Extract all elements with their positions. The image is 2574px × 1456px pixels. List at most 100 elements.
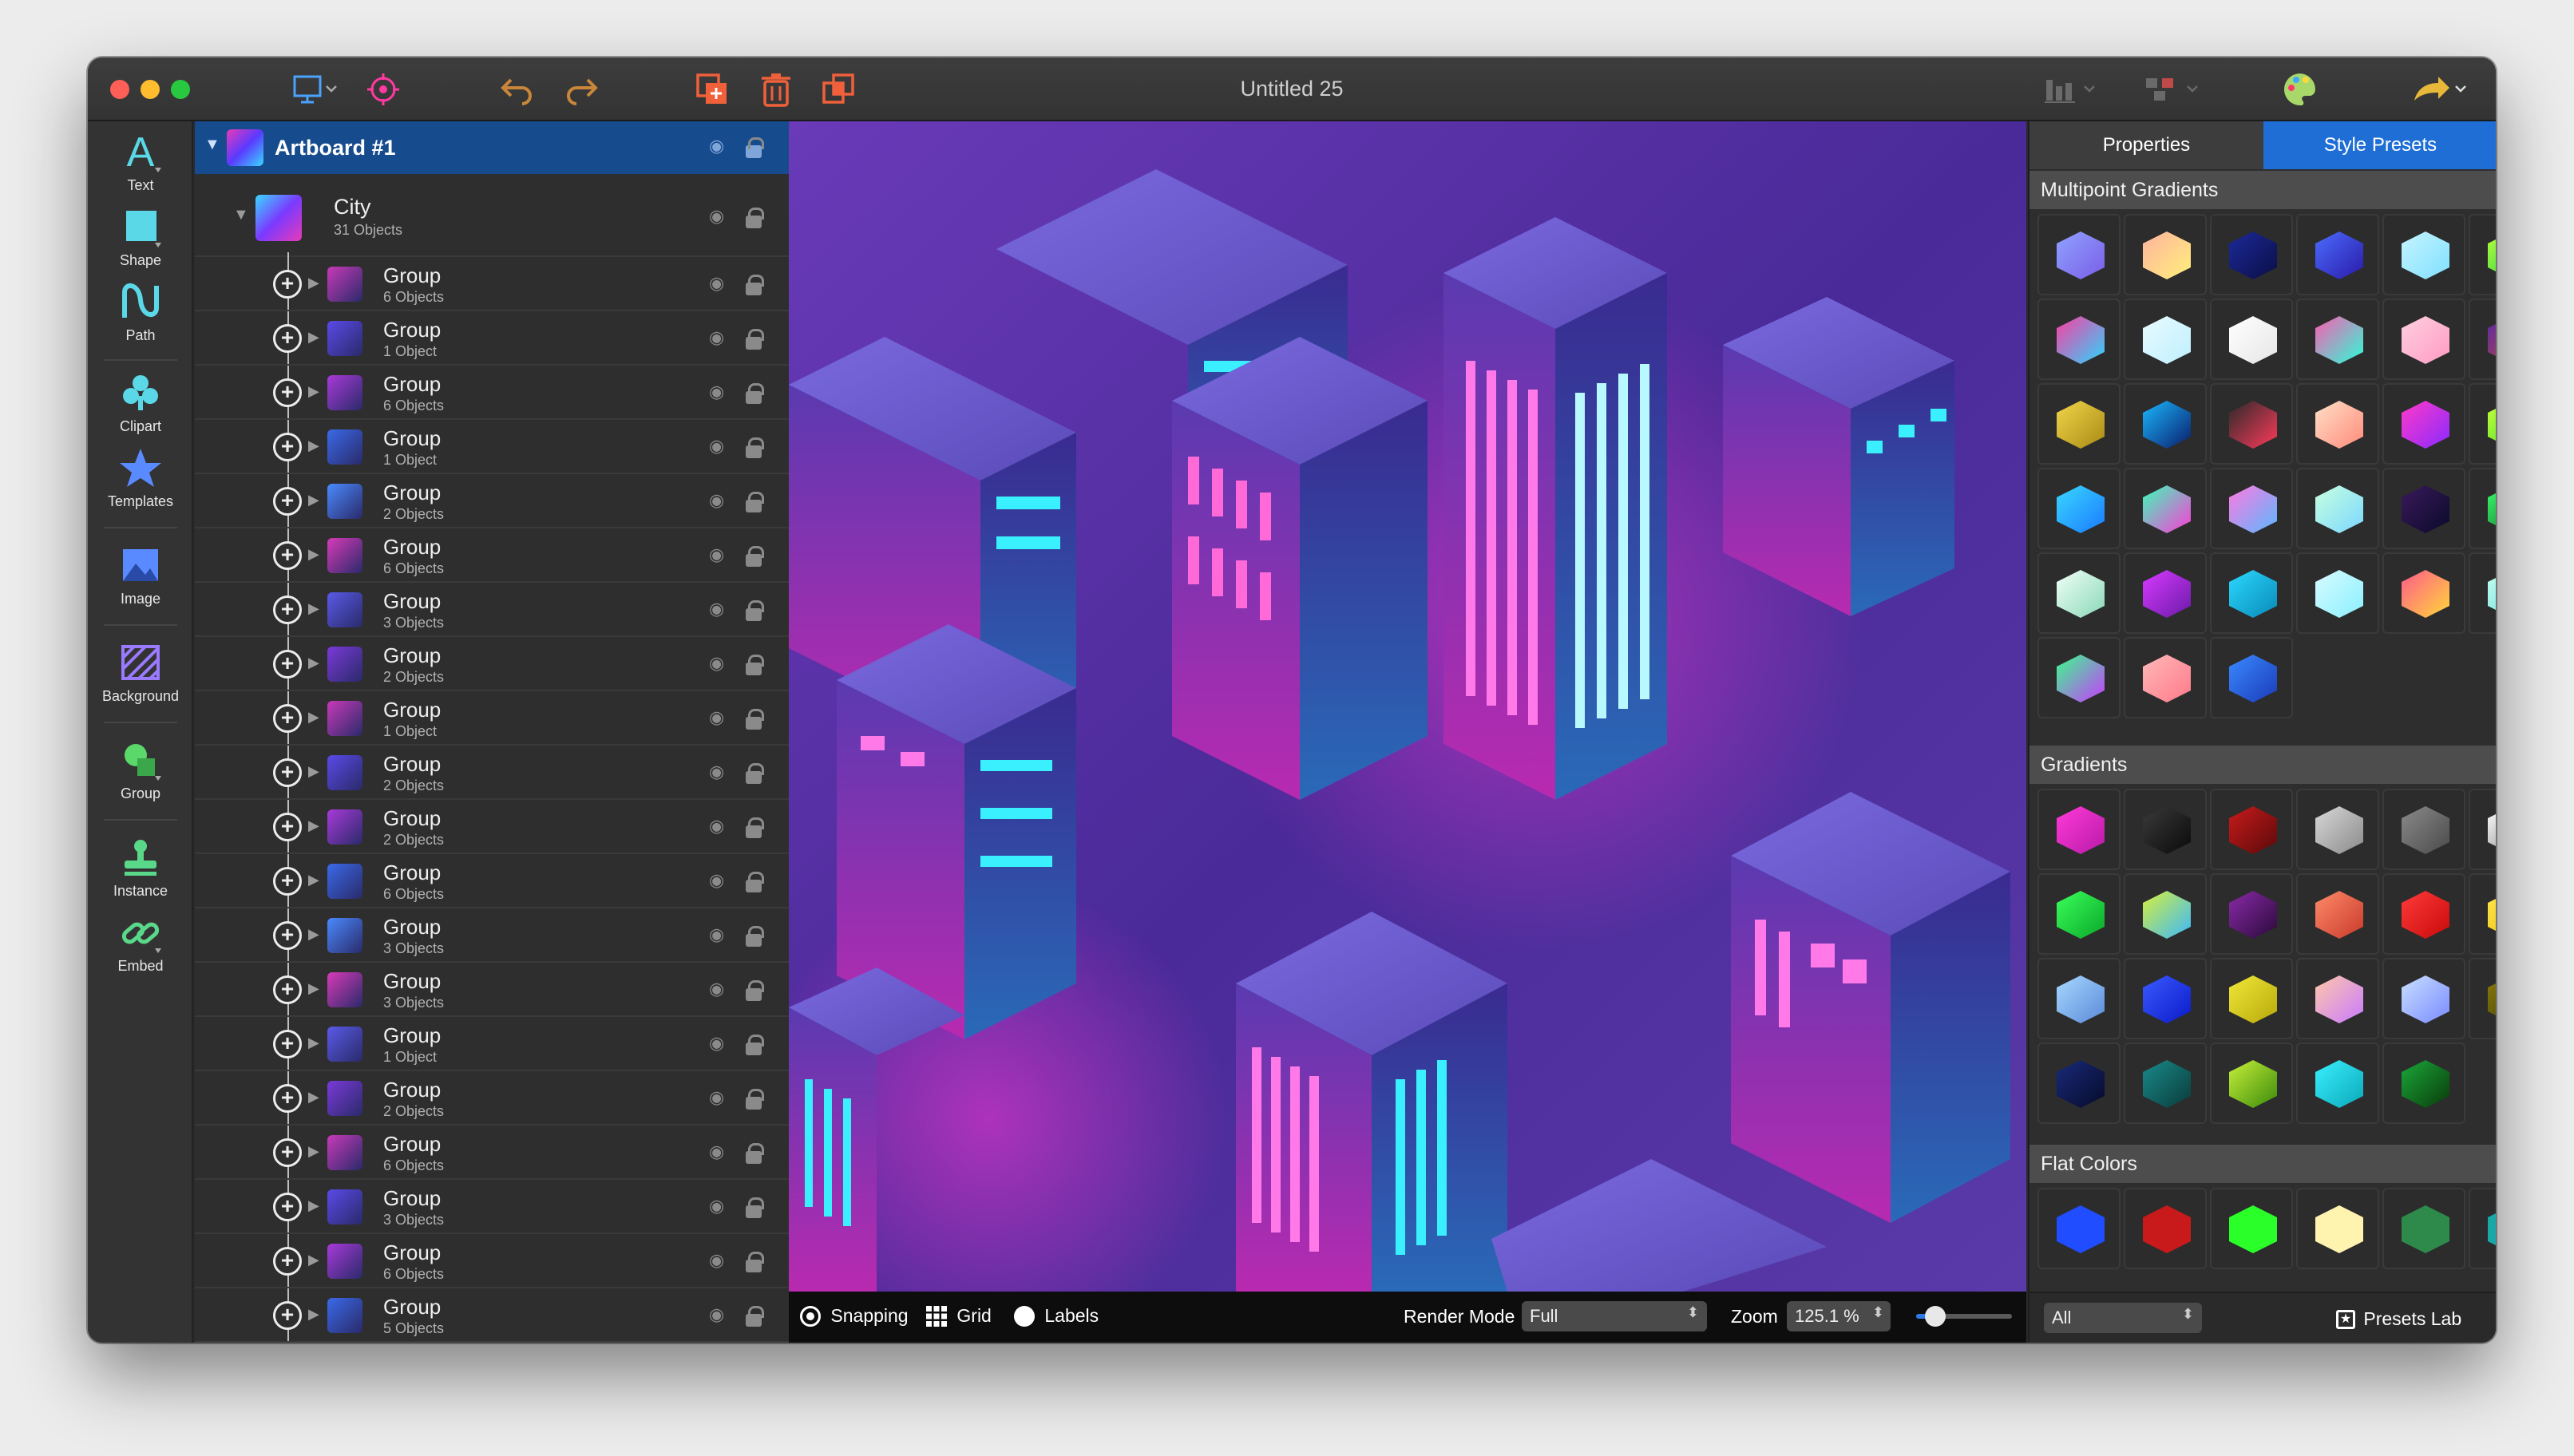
zoom-select[interactable]: 125.1 % ⬍ [1787,1301,1891,1331]
lock-icon[interactable] [746,1143,764,1164]
layer-city-row[interactable]: ▼ City 31 Objects ◉ [195,176,789,257]
gradient-swatch[interactable] [2210,789,2293,870]
layer-group-row[interactable]: + ▶ Group 1 Object ◉ [195,691,789,746]
distribute-menu-button[interactable] [2141,69,2205,110]
share-menu-button[interactable] [2410,69,2473,110]
gradient-swatch[interactable] [2382,789,2465,870]
disclosure-triangle-icon[interactable]: ▼ [233,206,249,224]
disclosure-triangle-icon[interactable]: ▶ [308,926,319,943]
gradient-swatch[interactable] [2124,299,2207,380]
add-to-group-icon[interactable]: + [273,813,302,841]
add-to-group-icon[interactable]: + [273,1193,302,1221]
gradient-swatch[interactable] [2382,552,2465,634]
tab-properties[interactable]: Properties [2030,121,2263,169]
layer-group-row[interactable]: + ▶ Group 3 Objects ◉ [195,908,789,963]
eye-icon[interactable]: ◉ [709,599,724,619]
layer-group-row[interactable]: + ▶ Group 1 Object ◉ [195,1017,789,1071]
add-to-group-icon[interactable]: + [273,1301,302,1330]
add-to-group-icon[interactable]: + [273,378,302,407]
gradient-swatch[interactable] [2469,789,2496,870]
grid-toggle[interactable]: Grid [926,1304,992,1327]
layer-artboard-row[interactable]: ▼ Artboard #1 ◉ [195,121,789,174]
lock-icon[interactable] [746,709,764,730]
gradient-swatch[interactable] [2296,214,2379,295]
gradient-swatch[interactable] [2469,958,2496,1039]
gradient-swatch[interactable] [2124,637,2207,718]
layer-group-row[interactable]: + ▶ Group 3 Objects ◉ [195,583,789,637]
layer-group-row[interactable]: + ▶ Group 1 Object ◉ [195,311,789,366]
text-tool-button[interactable]: A Text [88,131,193,194]
layer-group-row[interactable]: + ▶ Group 6 Objects ◉ [195,1126,789,1180]
eye-icon[interactable]: ◉ [709,436,724,457]
disclosure-triangle-icon[interactable]: ▶ [308,709,319,726]
artboard-canvas[interactable] [789,121,2026,1292]
zoom-slider[interactable] [1916,1306,2012,1327]
gradient-swatch[interactable] [2469,552,2496,634]
labels-toggle[interactable]: Labels [1014,1304,1099,1327]
render-mode-select[interactable]: Full ⬍ [1522,1301,1707,1331]
layer-group-row[interactable]: + ▶ Group 2 Objects ◉ [195,637,789,691]
add-to-group-icon[interactable]: + [273,975,302,1004]
gradient-swatch[interactable] [2210,637,2293,718]
gradient-swatch[interactable] [2469,383,2496,465]
add-to-group-icon[interactable]: + [273,1247,302,1276]
layer-group-row[interactable]: + ▶ Group 6 Objects ◉ [195,1234,789,1288]
gradient-swatch[interactable] [2382,468,2465,549]
layer-group-row[interactable]: + ▶ Group 6 Objects ◉ [195,854,789,908]
gradient-swatch[interactable] [2210,299,2293,380]
disclosure-triangle-icon[interactable]: ▶ [308,546,319,563]
layer-group-row[interactable]: + ▶ Group 6 Objects ◉ [195,366,789,420]
gradient-swatch[interactable] [2210,873,2293,955]
eye-icon[interactable]: ◉ [709,490,724,511]
layer-group-row[interactable]: + ▶ Group 1 Object ◉ [195,420,789,474]
gradient-swatch[interactable] [2382,299,2465,380]
gradient-swatch[interactable] [2037,958,2121,1039]
lock-icon[interactable] [746,980,764,1001]
lock-icon[interactable] [746,763,764,784]
gradient-swatch[interactable] [2382,383,2465,465]
add-to-group-icon[interactable]: + [273,1030,302,1058]
gradient-swatch[interactable] [2469,873,2496,955]
group-button[interactable]: Group [88,739,193,802]
disclosure-triangle-icon[interactable]: ▶ [308,1143,319,1160]
lock-icon[interactable] [746,1252,764,1272]
add-to-group-icon[interactable]: + [273,921,302,950]
gradient-swatch[interactable] [2382,958,2465,1039]
shape-tool-button[interactable]: Shape [88,206,193,269]
gradient-swatch[interactable] [2469,299,2496,380]
gradient-swatch[interactable] [2037,789,2121,870]
gradient-swatch[interactable] [2296,552,2379,634]
disclosure-triangle-icon[interactable]: ▶ [308,872,319,888]
eye-icon[interactable]: ◉ [709,544,724,565]
add-to-group-icon[interactable]: + [273,433,302,461]
disclosure-triangle-icon[interactable]: ▶ [308,817,319,834]
gradient-swatch[interactable] [2296,873,2379,955]
gradient-swatch[interactable] [2296,958,2379,1039]
layer-group-row[interactable]: + ▶ Group 2 Objects ◉ [195,474,789,528]
image-button[interactable]: Image [88,544,193,607]
layer-group-row[interactable]: + ▶ Group 2 Objects ◉ [195,800,789,854]
gradient-swatch[interactable] [2037,214,2121,295]
eye-icon[interactable]: ◉ [709,707,724,728]
lock-icon[interactable] [746,655,764,675]
lock-icon[interactable] [746,600,764,621]
align-menu-button[interactable] [2042,69,2100,110]
disclosure-triangle-icon[interactable]: ▶ [308,1035,319,1051]
eye-icon[interactable]: ◉ [709,327,724,348]
gradient-swatch[interactable] [2210,468,2293,549]
gradient-swatch[interactable] [2037,468,2121,549]
lock-icon[interactable] [746,437,764,458]
disclosure-triangle-icon[interactable]: ▶ [308,1089,319,1106]
disclosure-triangle-icon[interactable]: ▶ [308,329,319,346]
lock-icon[interactable] [746,926,764,947]
background-button[interactable]: Background [88,642,193,705]
layer-group-row[interactable]: + ▶ Group 2 Objects ◉ [195,746,789,800]
eye-icon[interactable]: ◉ [709,1196,724,1217]
flat-color-swatch[interactable] [2296,1188,2379,1269]
layer-group-row[interactable]: + ▶ Group 5 Objects ◉ [195,1288,789,1343]
disclosure-triangle-icon[interactable]: ▶ [308,383,319,400]
gradient-swatch[interactable] [2037,383,2121,465]
gradient-swatch[interactable] [2124,468,2207,549]
eye-icon[interactable]: ◉ [709,870,724,891]
gradient-swatch[interactable] [2469,468,2496,549]
